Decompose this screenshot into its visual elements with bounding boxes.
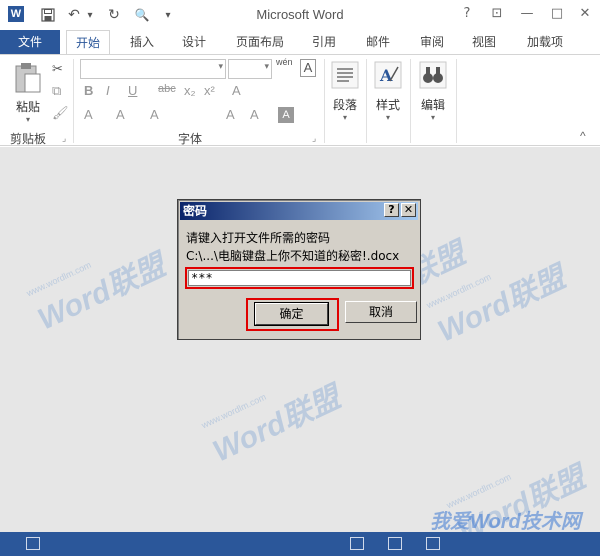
read-mode-icon[interactable]	[350, 537, 364, 550]
dialog-file-path: C:\...\电脑键盘上你不知道的秘密!.docx	[186, 249, 400, 263]
ok-button[interactable]: 确定	[254, 302, 329, 326]
styles-icon: A	[374, 61, 402, 89]
paste-button[interactable]: 粘贴 ▾	[8, 61, 48, 124]
copy-icon[interactable]: ⧉	[52, 83, 61, 99]
status-bar	[0, 532, 600, 556]
tab-insert[interactable]: 插入	[122, 30, 162, 54]
site-watermark: 我爱Word技术网	[430, 511, 581, 533]
font-size-combo[interactable]: ▾	[228, 59, 272, 79]
tab-mailings[interactable]: 邮件	[358, 30, 398, 54]
clipboard-launcher-icon[interactable]: ⌟	[62, 133, 66, 144]
character-shading-button[interactable]: A	[278, 107, 294, 123]
ribbon-tabs: 文件 开始 插入 设计 页面布局 引用 邮件 审阅 视图 加载项	[0, 30, 600, 54]
underline-button[interactable]: U	[128, 83, 137, 98]
binoculars-icon	[419, 61, 447, 89]
clipboard-group-label: 剪贴板	[10, 132, 47, 146]
title-bar: W ↶ ▾ ↻ 🔍 ▾ Microsoft Word ? ⊡ — □ ✕	[0, 0, 600, 30]
styles-label: 样式	[375, 98, 400, 112]
clipboard-icon	[15, 63, 41, 93]
bold-button[interactable]: B	[84, 83, 93, 98]
dialog-prompt: 请键入打开文件所需的密码	[186, 231, 331, 245]
character-border-button[interactable]: A	[300, 59, 316, 77]
divider	[456, 59, 457, 143]
dialog-close-button[interactable]: ✕	[401, 203, 416, 217]
print-layout-icon[interactable]	[388, 537, 402, 550]
paragraph-button[interactable]: 段落 ▾	[329, 61, 361, 122]
editing-dropdown-icon: ▾	[430, 113, 435, 122]
format-painter-icon[interactable]: 🖌	[52, 105, 69, 121]
grow-font-button[interactable]: A	[226, 107, 235, 122]
chevron-down-icon: ▾	[264, 62, 269, 72]
font-group-label: 字体	[178, 132, 203, 146]
cut-icon[interactable]: ✂	[52, 61, 63, 77]
divider	[410, 59, 411, 143]
help-button[interactable]: ?	[456, 4, 478, 24]
maximize-button[interactable]: □	[546, 4, 568, 24]
tab-design[interactable]: 设计	[174, 30, 214, 54]
cancel-button[interactable]: 取消	[345, 301, 417, 323]
styles-dropdown-icon: ▾	[385, 113, 390, 122]
highlight-color-button[interactable]: A	[116, 107, 125, 122]
superscript-button[interactable]: x²	[204, 83, 215, 98]
strikethrough-button[interactable]: abc	[158, 83, 176, 95]
phonetic-guide-button[interactable]: wén	[276, 57, 293, 67]
close-button[interactable]: ✕	[574, 4, 596, 24]
tab-page-layout[interactable]: 页面布局	[228, 30, 292, 54]
subscript-button[interactable]: x₂	[184, 83, 196, 98]
text-effects-button[interactable]: A	[84, 107, 93, 122]
window-title: Microsoft Word	[256, 7, 344, 22]
tab-addins[interactable]: 加载项	[518, 30, 572, 54]
font-launcher-icon[interactable]: ⌟	[312, 133, 316, 144]
clear-formatting-button[interactable]: A	[232, 83, 241, 98]
collapse-ribbon-icon[interactable]: ^	[580, 129, 586, 143]
editing-button[interactable]: 编辑 ▾	[415, 61, 451, 122]
web-layout-icon[interactable]	[426, 537, 440, 550]
shrink-font-button[interactable]: A	[250, 107, 259, 122]
chevron-down-icon: ▾	[218, 62, 223, 72]
tab-view[interactable]: 视图	[464, 30, 504, 54]
dialog-title: 密码	[180, 202, 418, 220]
paste-dropdown-icon: ▾	[25, 115, 30, 124]
paragraph-label: 段落	[332, 98, 357, 112]
styles-button[interactable]: A 样式 ▾	[371, 61, 405, 122]
paragraph-dropdown-icon: ▾	[342, 113, 347, 122]
password-dialog: 密码 ? ✕ 请键入打开文件所需的密码 C:\...\电脑键盘上你不知道的秘密!…	[177, 199, 421, 340]
editing-label: 编辑	[420, 98, 445, 112]
dialog-help-button[interactable]: ?	[384, 203, 399, 217]
macro-record-icon[interactable]	[26, 537, 40, 550]
svg-text:A: A	[379, 66, 393, 85]
ok-highlight: 确定	[246, 298, 339, 331]
minimize-button[interactable]: —	[516, 4, 538, 24]
password-input[interactable]: ***	[188, 270, 411, 286]
tab-home[interactable]: 开始	[66, 30, 110, 54]
ribbon-display-options-icon[interactable]: ⊡	[486, 4, 508, 24]
tab-references[interactable]: 引用	[304, 30, 344, 54]
ribbon: 粘贴 ▾ ✂ ⧉ 🖌 剪贴板 ⌟ ▾ ▾ wén A B I U abc x₂ …	[0, 54, 600, 146]
divider	[324, 59, 325, 143]
italic-button[interactable]: I	[106, 83, 110, 98]
tab-file[interactable]: 文件	[0, 30, 60, 54]
divider	[73, 59, 74, 143]
divider	[366, 59, 367, 143]
password-highlight: ***	[185, 267, 414, 289]
font-name-combo[interactable]: ▾	[80, 59, 226, 79]
paragraph-icon	[331, 61, 359, 89]
tab-review[interactable]: 审阅	[412, 30, 452, 54]
font-color-button[interactable]: A	[150, 107, 159, 122]
paste-label: 粘贴	[15, 100, 40, 114]
